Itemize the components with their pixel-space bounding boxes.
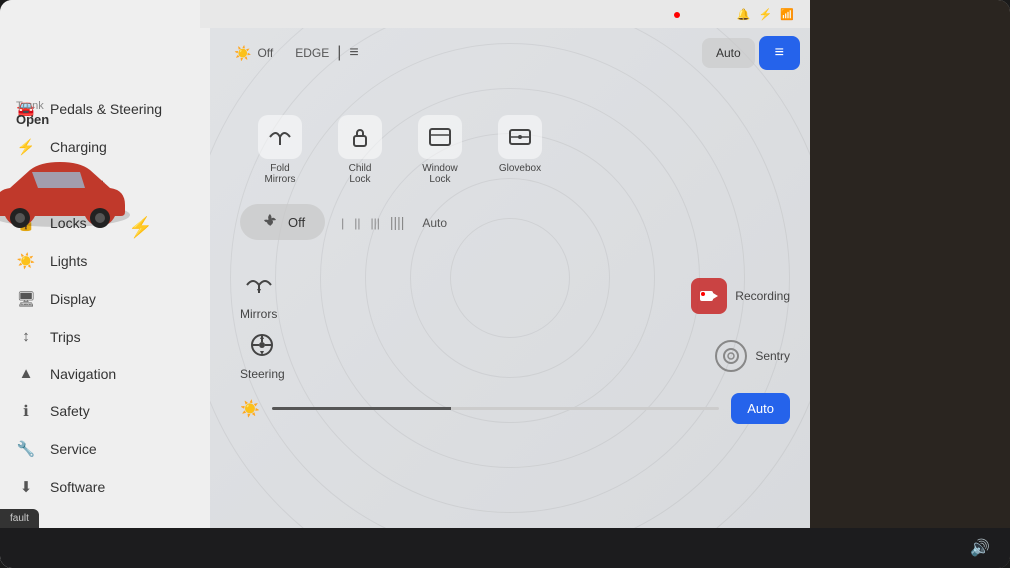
trips-label: Trips: [50, 329, 81, 345]
trunk-status: Open: [16, 112, 49, 127]
brightness-icon: ☀️: [240, 399, 260, 419]
icon-grid: FoldMirrors ChildLock WindowLock Glovebo…: [230, 115, 550, 185]
software-icon: ⬇: [16, 478, 36, 496]
glovebox-button[interactable]: Glovebox: [490, 115, 550, 174]
window-lock-icon: [418, 115, 462, 159]
brightness-slider[interactable]: [272, 407, 719, 410]
pedals-label: Pedals & Steering: [50, 101, 162, 117]
auto-button[interactable]: Auto: [702, 38, 755, 68]
glovebox-icon: [498, 115, 542, 159]
sidebar-item-display[interactable]: 🖥 Display: [0, 280, 210, 318]
recording-button[interactable]: Recording: [691, 278, 790, 314]
navigation-label: Navigation: [50, 366, 116, 382]
pipe-4: ||||: [390, 214, 405, 230]
window-lock-button[interactable]: WindowLock: [410, 115, 470, 185]
taskbar: 🔊: [0, 528, 1010, 568]
bluetooth-icon: ⚡: [759, 8, 773, 21]
recording-label: Recording: [735, 289, 790, 303]
brightness-row: ☀️ Auto: [230, 393, 790, 424]
headlight-active-button[interactable]: ≡: [759, 36, 800, 70]
trips-icon: ↕: [16, 328, 36, 345]
fan-auto-label: Auto: [422, 216, 447, 230]
divider-1: |: [337, 44, 341, 62]
steering-row: Steering Sentry: [230, 331, 790, 381]
status-bar: 🔔 ⚡ 📶: [200, 0, 810, 28]
off-button[interactable]: ☀️ Off: [220, 39, 287, 68]
sidebar-item-trips[interactable]: ↕ Trips: [0, 318, 210, 355]
climate-auto-button[interactable]: Auto: [731, 393, 790, 424]
auto-label: Auto: [716, 46, 741, 60]
fan-speed-indicators: | || ||| |||| Auto: [341, 214, 447, 230]
display-icon: 🖥: [16, 290, 36, 308]
glovebox-label: Glovebox: [499, 163, 541, 174]
fan-off-label: Off: [288, 215, 305, 230]
sidebar-item-software[interactable]: ⬇ Software: [0, 468, 210, 506]
sidebar: Trunk Open ⚡ 🚘 Pedals & S: [0, 0, 210, 568]
climate-auto-label: Auto: [747, 401, 774, 416]
top-controls: ☀️ Off EDGE | ≡ Auto ≡: [220, 36, 800, 70]
safety-icon: ℹ: [16, 402, 36, 420]
sun-icon: ☀️: [234, 45, 251, 62]
headlight-buttons: Auto ≡: [702, 36, 800, 70]
pipe-1: |: [341, 216, 344, 230]
mirrors-adjust-icon: [243, 271, 275, 299]
fan-icon: [260, 212, 280, 232]
sentry-label: Sentry: [755, 349, 790, 363]
trunk-label: Trunk: [16, 100, 49, 112]
fan-off-button[interactable]: Off: [240, 204, 325, 240]
display-label: Display: [50, 291, 96, 307]
sidebar-item-service[interactable]: 🔧 Service: [0, 430, 210, 468]
fault-label: fault: [10, 513, 29, 524]
mirrors-adjust-button[interactable]: Mirrors: [240, 271, 277, 321]
volume-icon[interactable]: 🔊: [970, 538, 990, 558]
off-label: Off: [257, 46, 273, 60]
recording-icon: [691, 278, 727, 314]
software-label: Software: [50, 479, 105, 495]
pipe-3: |||: [370, 216, 379, 230]
car-image: [0, 130, 140, 260]
steering-adjust-button[interactable]: Steering: [240, 331, 285, 381]
fold-mirrors-button[interactable]: FoldMirrors: [250, 115, 310, 185]
fold-mirrors-icon: [258, 115, 302, 159]
mirrors-label: Mirrors: [240, 307, 277, 321]
bell-icon: 🔔: [737, 8, 751, 21]
sidebar-item-safety[interactable]: ℹ Safety: [0, 392, 210, 430]
main-content: ☀️ Off EDGE | ≡ Auto ≡ FoldM: [210, 28, 810, 528]
notification-dot: [674, 12, 680, 18]
fold-mirrors-label: FoldMirrors: [264, 163, 295, 185]
safety-label: Safety: [50, 403, 90, 419]
screen: 🔔 ⚡ 📶 Trunk Open ⚡: [0, 0, 1010, 568]
steering-adjust-icon: [246, 331, 278, 359]
signal-icon: 📶: [780, 8, 794, 21]
bezel-top-right: [810, 0, 1010, 568]
steering-label: Steering: [240, 367, 285, 381]
navigation-icon: ▲: [16, 365, 36, 382]
child-lock-button[interactable]: ChildLock: [330, 115, 390, 185]
trunk-info: Trunk Open: [16, 100, 49, 127]
fault-badge: fault: [0, 509, 39, 528]
lightning-bolt: ⚡: [128, 215, 153, 240]
divider-2: ≡: [349, 44, 358, 62]
child-lock-icon: [338, 115, 382, 159]
sidebar-item-navigation[interactable]: ▲ Navigation: [0, 355, 210, 392]
mirrors-row: Mirrors Recording: [230, 271, 790, 321]
car-svg: [0, 130, 140, 250]
service-icon: 🔧: [16, 440, 36, 458]
pipe-2: ||: [354, 216, 360, 230]
window-lock-label: WindowLock: [422, 163, 458, 185]
headlight-icon: ≡: [775, 44, 784, 62]
sentry-button[interactable]: Sentry: [715, 340, 790, 372]
sentry-icon: [715, 340, 747, 372]
child-lock-label: ChildLock: [349, 163, 372, 185]
fan-row: Off | || ||| |||| Auto: [230, 204, 790, 240]
edge-label: EDGE: [295, 46, 329, 60]
service-label: Service: [50, 441, 97, 457]
